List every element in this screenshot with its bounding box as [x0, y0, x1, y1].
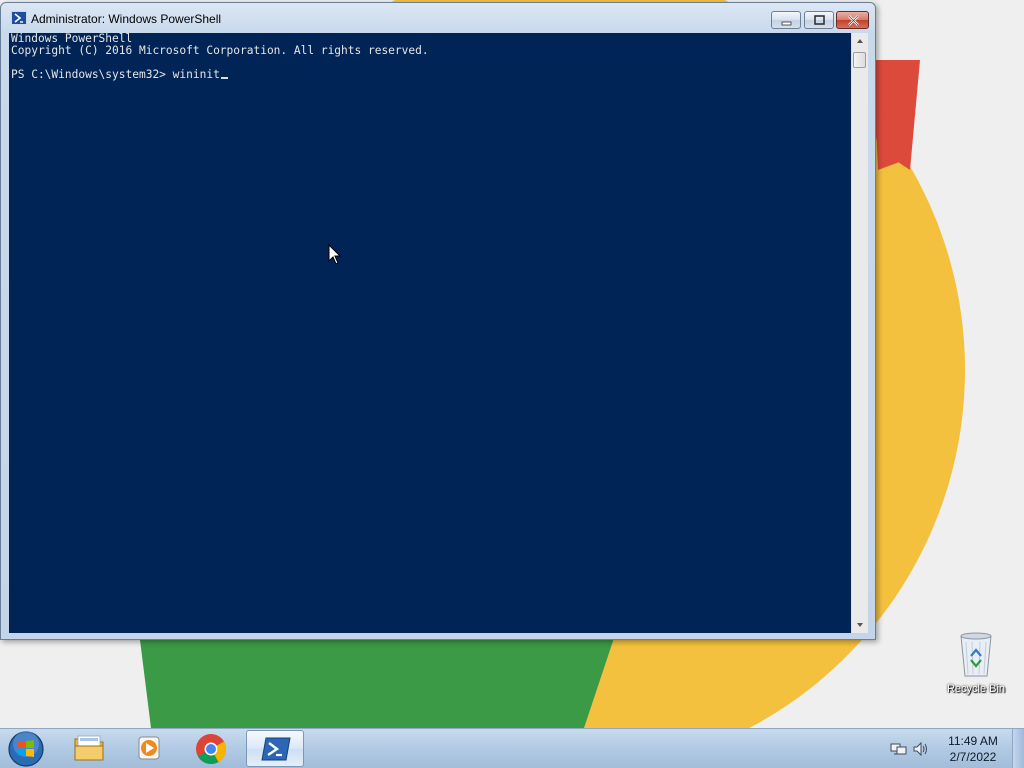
media-player-icon: [138, 736, 160, 760]
clock[interactable]: 11:49 AM 2/7/2022: [938, 733, 1008, 765]
desktop: Administrator: Windows PowerShell Window…: [0, 0, 1024, 768]
console-prompt-text: PS C:\Windows\system32> wininit: [11, 68, 220, 81]
clock-date: 2/7/2022: [949, 750, 997, 764]
network-icon[interactable]: [890, 741, 908, 757]
maximize-button[interactable]: [804, 11, 834, 29]
scroll-up-button[interactable]: [852, 33, 868, 50]
volume-icon[interactable]: [912, 741, 930, 757]
maximize-icon: [814, 15, 825, 25]
powershell-icon: [261, 737, 291, 761]
console-prompt-line[interactable]: PS C:\Windows\system32> wininit: [11, 69, 228, 81]
console-line: Copyright (C) 2016 Microsoft Corporation…: [11, 44, 429, 57]
powershell-title-icon[interactable]: [11, 11, 27, 25]
system-tray: 11:49 AM 2/7/2022: [884, 729, 1024, 768]
arrow-up-icon: [857, 39, 863, 43]
scroll-thumb[interactable]: [853, 52, 866, 68]
close-icon: [848, 15, 859, 26]
taskbar-file-explorer[interactable]: [60, 730, 118, 767]
file-explorer-icon: [74, 735, 104, 761]
vertical-scrollbar[interactable]: [851, 33, 868, 633]
minimize-icon: [781, 21, 792, 26]
show-desktop-button[interactable]: [1012, 729, 1024, 768]
close-button[interactable]: [836, 11, 869, 29]
start-orb-icon: [8, 731, 44, 767]
chrome-icon: [196, 734, 227, 765]
taskbar-media-player[interactable]: [120, 730, 178, 767]
clock-time: 11:49 AM: [948, 734, 998, 748]
start-button[interactable]: [6, 730, 46, 768]
console-output[interactable]: Windows PowerShell Copyright (C) 2016 Mi…: [9, 33, 851, 633]
window-title: Administrator: Windows PowerShell: [31, 12, 222, 26]
text-cursor: [220, 77, 228, 79]
title-bar[interactable]: Administrator: Windows PowerShell: [1, 3, 875, 33]
recycle-bin-label: Recycle Bin: [946, 683, 1006, 695]
taskbar: 11:49 AM 2/7/2022: [0, 728, 1024, 768]
taskbar-chrome[interactable]: [182, 730, 240, 767]
minimize-button[interactable]: [771, 11, 801, 29]
powershell-window[interactable]: Administrator: Windows PowerShell Window…: [0, 2, 876, 640]
arrow-down-icon: [857, 623, 863, 627]
recycle-bin[interactable]: Recycle Bin: [938, 628, 1014, 704]
scroll-down-button[interactable]: [852, 616, 868, 633]
recycle-bin-icon: [960, 632, 992, 677]
taskbar-powershell[interactable]: [246, 730, 304, 767]
mouse-pointer-icon: [328, 244, 342, 265]
